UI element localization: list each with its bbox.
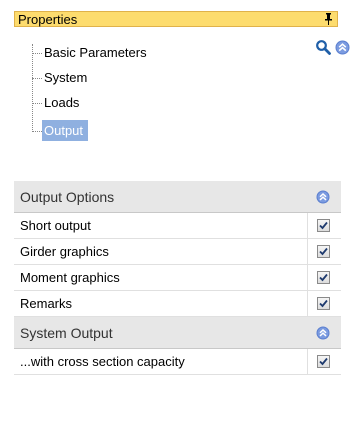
navigation-tree: Basic Parameters System Loads Output (0, 0, 355, 150)
property-label: Remarks (20, 296, 73, 311)
property-row-short-output: Short output (14, 213, 341, 239)
property-row-cross-section-capacity: ...with cross section capacity (14, 349, 341, 375)
check-icon (319, 221, 328, 230)
property-row-remarks: Remarks (14, 291, 341, 317)
property-label: Moment graphics (20, 270, 120, 285)
tree-item-label: Loads (44, 95, 80, 110)
category-system-output[interactable]: System Output (14, 317, 341, 349)
tree-connector (32, 131, 42, 132)
category-title: Output Options (20, 189, 115, 205)
column-divider (307, 213, 308, 239)
column-divider (307, 291, 308, 317)
tree-item-basic-parameters[interactable]: Basic Parameters (44, 45, 147, 61)
tree-connector (32, 53, 42, 54)
column-divider (307, 349, 308, 375)
check-icon (319, 273, 328, 282)
short-output-checkbox[interactable] (317, 219, 330, 232)
property-row-moment-graphics: Moment graphics (14, 265, 341, 291)
tree-connector (32, 78, 42, 79)
check-icon (319, 357, 328, 366)
property-label: Short output (20, 218, 91, 233)
tree-item-system[interactable]: System (44, 70, 87, 86)
tree-item-loads[interactable]: Loads (44, 95, 79, 111)
property-row-girder-graphics: Girder graphics (14, 239, 341, 265)
tree-item-output[interactable]: Output (42, 120, 89, 141)
search-icon[interactable] (315, 39, 331, 55)
collapse-icon[interactable] (316, 190, 330, 204)
check-icon (319, 299, 328, 308)
girder-graphics-checkbox[interactable] (317, 245, 330, 258)
check-icon (319, 247, 328, 256)
category-output-options[interactable]: Output Options (14, 181, 341, 213)
column-divider (307, 265, 308, 291)
property-label: Girder graphics (20, 244, 109, 259)
property-label: ...with cross section capacity (20, 354, 185, 369)
moment-graphics-checkbox[interactable] (317, 271, 330, 284)
tree-item-label: Output (42, 120, 89, 141)
category-title: System Output (20, 325, 113, 341)
collapse-icon[interactable] (316, 326, 330, 340)
tree-item-label: System (44, 70, 88, 85)
tree-guide-line (32, 44, 33, 132)
column-divider (307, 239, 308, 265)
collapse-icon[interactable] (335, 40, 350, 55)
tree-item-label: Basic Parameters (44, 45, 147, 60)
tree-connector (32, 103, 42, 104)
cross-section-capacity-checkbox[interactable] (317, 355, 330, 368)
remarks-checkbox[interactable] (317, 297, 330, 310)
